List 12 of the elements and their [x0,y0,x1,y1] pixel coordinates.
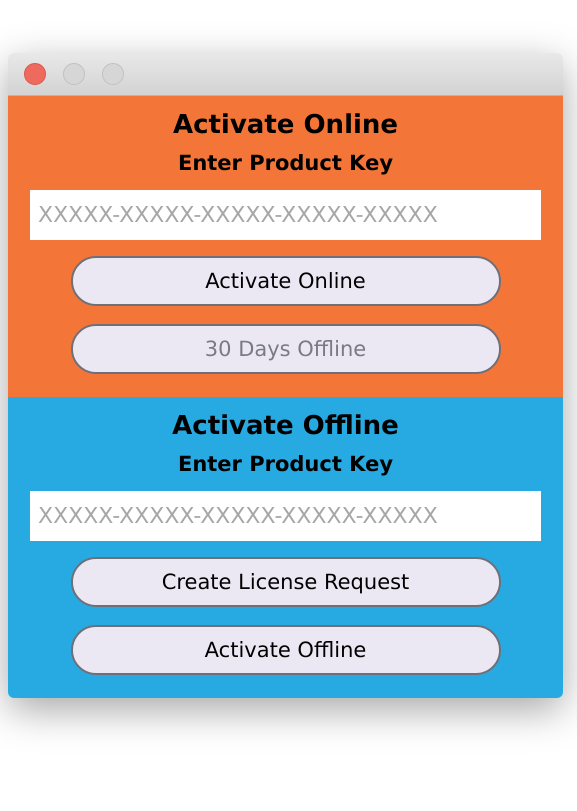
product-key-field[interactable]: XXXXX-XXXXX-XXXXX-XXXXX-XXXXX [30,190,541,240]
section-title: Activate Offline [172,410,399,443]
section-subtitle: Enter Product Key [178,150,394,177]
product-key-field[interactable]: XXXXX-XXXXX-XXXXX-XXXXX-XXXXX [30,491,541,541]
action-button[interactable]: Activate Online [70,256,500,306]
action-button[interactable]: Activate Offline [70,625,500,675]
section-subtitle: Enter Product Key [178,451,394,478]
section-title: Activate Online [172,109,398,142]
zoom-icon[interactable] [102,63,124,85]
action-button[interactable]: Create License Request [70,557,500,607]
minimize-icon[interactable] [63,63,85,85]
close-icon[interactable] [24,63,46,85]
